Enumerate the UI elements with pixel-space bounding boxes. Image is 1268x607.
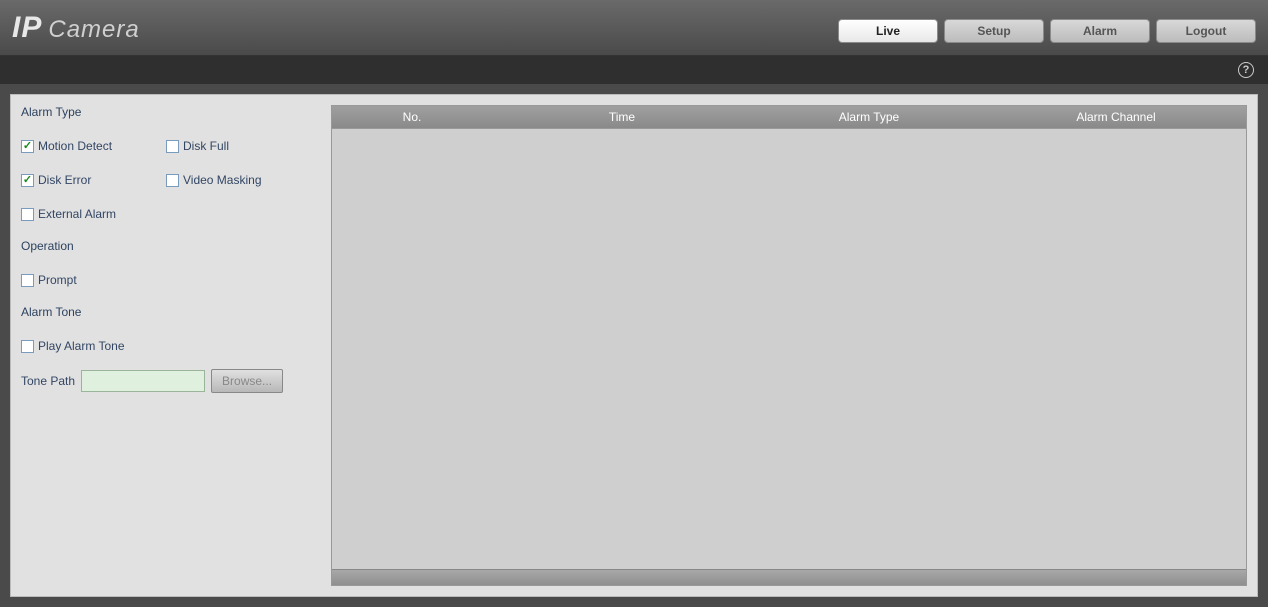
col-type: Alarm Type: [752, 110, 986, 124]
tone-path-label: Tone Path: [21, 374, 75, 388]
section-operation: Operation: [21, 239, 321, 253]
section-alarm-tone: Alarm Tone: [21, 305, 321, 319]
alarm-type-checks: Motion Detect Disk Full Disk Error Video…: [21, 129, 321, 231]
nav-tabs: Live Setup Alarm Logout: [838, 0, 1256, 55]
label-prompt[interactable]: Prompt: [38, 273, 77, 287]
alarm-table: No. Time Alarm Type Alarm Channel: [331, 105, 1247, 586]
alarm-tone-checks: Play Alarm Tone: [21, 329, 321, 363]
sub-bar: ?: [0, 56, 1268, 84]
checkbox-row-play-alarm-tone: Play Alarm Tone: [21, 329, 321, 363]
browse-button[interactable]: Browse...: [211, 369, 283, 393]
checkbox-video-masking[interactable]: [166, 174, 179, 187]
checkbox-row-video-masking: Video Masking: [166, 163, 311, 197]
col-channel: Alarm Channel: [986, 110, 1246, 124]
checkbox-disk-error[interactable]: [21, 174, 34, 187]
logo-ip: IP: [12, 11, 42, 45]
label-video-masking[interactable]: Video Masking: [183, 173, 262, 187]
operation-checks: Prompt: [21, 263, 321, 297]
table-body[interactable]: [332, 128, 1246, 569]
table-footer: [332, 569, 1246, 585]
tab-setup[interactable]: Setup: [944, 19, 1044, 43]
checkbox-row-motion-detect: Motion Detect: [21, 129, 166, 163]
section-alarm-type: Alarm Type: [21, 105, 321, 119]
content: Alarm Type Motion Detect Disk Full Disk …: [10, 94, 1258, 597]
tab-alarm[interactable]: Alarm: [1050, 19, 1150, 43]
checkbox-row-external-alarm: External Alarm: [21, 197, 321, 231]
col-no: No.: [332, 110, 492, 124]
checkbox-motion-detect[interactable]: [21, 140, 34, 153]
tone-path-input[interactable]: [81, 370, 205, 392]
checkbox-row-disk-full: Disk Full: [166, 129, 311, 163]
checkbox-external-alarm[interactable]: [21, 208, 34, 221]
tab-logout[interactable]: Logout: [1156, 19, 1256, 43]
label-play-alarm-tone[interactable]: Play Alarm Tone: [38, 339, 125, 353]
label-external-alarm[interactable]: External Alarm: [38, 207, 116, 221]
label-disk-error[interactable]: Disk Error: [38, 173, 91, 187]
content-wrap: Alarm Type Motion Detect Disk Full Disk …: [0, 84, 1268, 607]
logo-camera: Camera: [48, 16, 139, 44]
label-disk-full[interactable]: Disk Full: [183, 139, 229, 153]
checkbox-play-alarm-tone[interactable]: [21, 340, 34, 353]
sidebar: Alarm Type Motion Detect Disk Full Disk …: [21, 105, 321, 586]
checkbox-prompt[interactable]: [21, 274, 34, 287]
checkbox-row-disk-error: Disk Error: [21, 163, 166, 197]
help-icon[interactable]: ?: [1238, 62, 1254, 78]
checkbox-row-prompt: Prompt: [21, 263, 321, 297]
col-time: Time: [492, 110, 752, 124]
checkbox-disk-full[interactable]: [166, 140, 179, 153]
logo: IP Camera: [12, 11, 140, 45]
table-header: No. Time Alarm Type Alarm Channel: [332, 106, 1246, 128]
header: IP Camera Live Setup Alarm Logout: [0, 0, 1268, 56]
tab-live[interactable]: Live: [838, 19, 938, 43]
label-motion-detect[interactable]: Motion Detect: [38, 139, 112, 153]
tone-path-row: Tone Path Browse...: [21, 369, 321, 393]
